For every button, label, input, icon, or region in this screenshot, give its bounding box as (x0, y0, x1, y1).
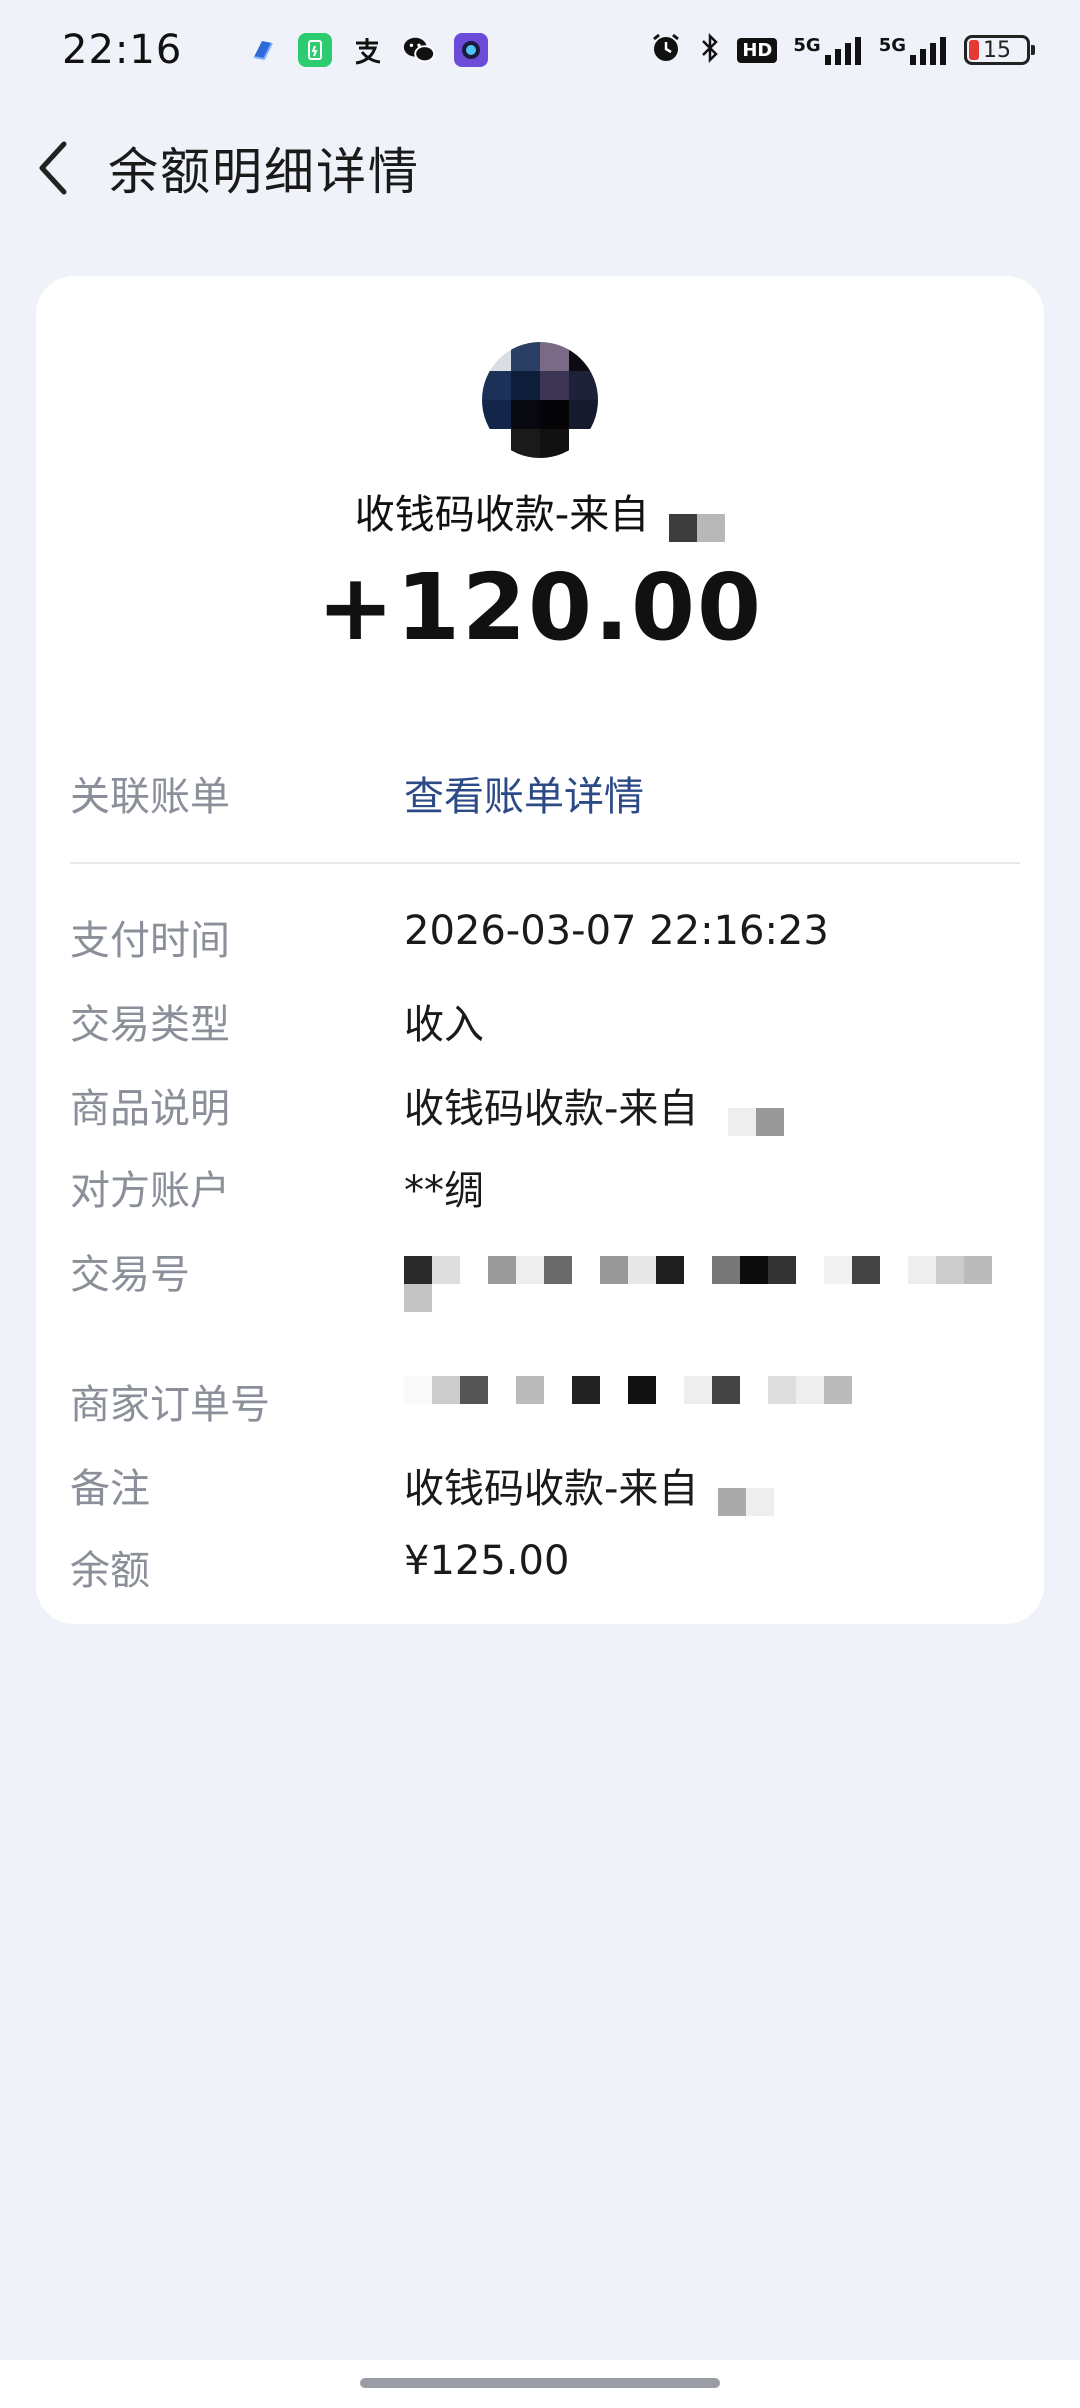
home-gesture-bar[interactable] (360, 2378, 720, 2388)
pay-time-value: 2026-03-07 22:16:23 (404, 908, 829, 954)
related-bill-row: 关联账单 查看账单详情 (70, 764, 1020, 822)
product-desc-label: 商品说明 (70, 1086, 230, 1132)
alipay-icon (350, 33, 384, 67)
detail-card: 收钱码收款-来自 +120.00 关联账单 查看账单详情 支付时间 2026-0… (36, 276, 1044, 1624)
signal-icon-1: 5G (793, 35, 862, 65)
txn-type-value: 收入 (404, 1002, 484, 1048)
balance-row: 余额 ¥125.00 (70, 1538, 1020, 1596)
counterparty-value: **绸 (404, 1168, 484, 1214)
subject-text: 收钱码收款-来自 (354, 492, 650, 538)
bluetooth-icon (699, 31, 721, 69)
txn-type-label: 交易类型 (70, 1002, 230, 1048)
battery-icon: 15 (964, 35, 1035, 65)
blue-app-icon (246, 33, 280, 67)
redacted-name (728, 1097, 785, 1136)
divider (70, 862, 1020, 864)
header: 余额明细详情 (0, 118, 1080, 218)
merchant-order-redacted (404, 1372, 852, 1430)
txn-no-row: 交易号 (70, 1242, 1020, 1312)
merchant-order-label: 商家订单号 (70, 1382, 270, 1428)
network-type-1: 5G (793, 35, 821, 56)
redacted-name (669, 503, 726, 542)
wechat-icon (402, 33, 436, 67)
related-bill-label: 关联账单 (70, 774, 230, 820)
signal-icon-2: 5G (879, 35, 948, 65)
page-title: 余额明细详情 (108, 143, 420, 201)
remark-text: 收钱码收款-来自 (404, 1466, 699, 1512)
transaction-amount: +120.00 (316, 554, 764, 661)
hd-icon: HD (737, 37, 778, 63)
battery-fill (969, 40, 979, 60)
txn-no-redacted (404, 1242, 1020, 1312)
status-time: 22:16 (62, 27, 183, 73)
remark-label: 备注 (70, 1466, 150, 1512)
product-desc-row: 商品说明 收钱码收款-来自 (70, 1076, 1020, 1136)
redacted-name (718, 1477, 775, 1516)
pay-time-row: 支付时间 2026-03-07 22:16:23 (70, 908, 1020, 966)
chevron-left-icon (39, 141, 67, 195)
remark-row: 备注 收钱码收款-来自 (70, 1456, 1020, 1516)
balance-label: 余额 (70, 1548, 150, 1594)
camera-app-icon (454, 33, 488, 67)
counterparty-row: 对方账户 **绸 (70, 1158, 1020, 1216)
counterparty-label: 对方账户 (70, 1168, 230, 1214)
status-indicators: HD 5G 5G 15 (649, 31, 1035, 69)
balance-value: ¥125.00 (404, 1538, 570, 1584)
pay-time-label: 支付时间 (70, 918, 230, 964)
avatar (482, 342, 598, 458)
view-bill-link[interactable]: 查看账单详情 (404, 764, 644, 822)
status-app-icons (246, 33, 488, 67)
status-bar: 22:16 HD 5G 5G 15 (0, 0, 1080, 100)
txn-type-row: 交易类型 收入 (70, 992, 1020, 1050)
battery-app-icon (298, 33, 332, 67)
network-type-2: 5G (878, 35, 906, 56)
product-desc-value: 收钱码收款-来自 (404, 1076, 785, 1136)
txn-no-label: 交易号 (70, 1252, 190, 1298)
back-button[interactable] (0, 118, 114, 218)
battery-level: 15 (983, 37, 1011, 63)
product-desc-text: 收钱码收款-来自 (404, 1086, 699, 1132)
merchant-order-row: 商家订单号 (70, 1372, 1020, 1430)
transaction-subject: 收钱码收款-来自 (36, 482, 1044, 542)
remark-value: 收钱码收款-来自 (404, 1456, 775, 1516)
alarm-icon (649, 31, 683, 69)
